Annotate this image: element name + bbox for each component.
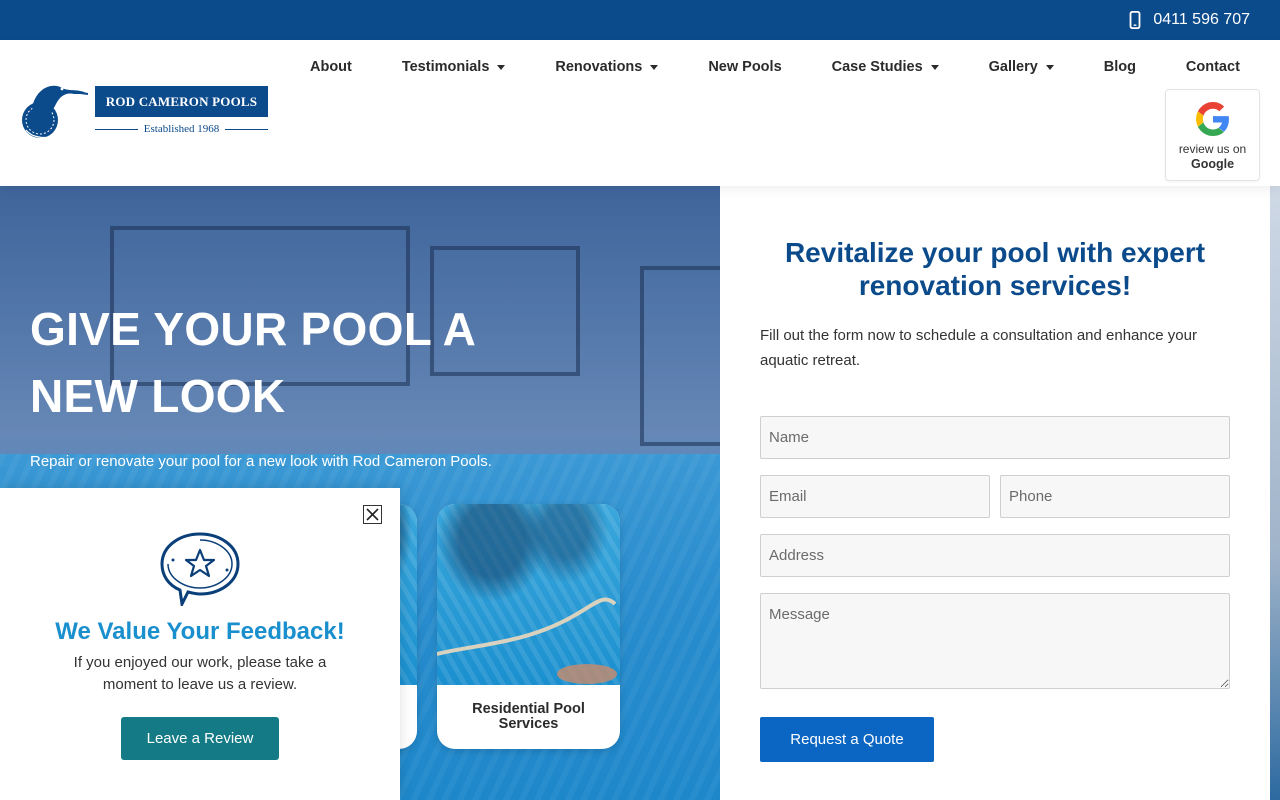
nav-label: Case Studies — [831, 59, 923, 75]
nav-item-about[interactable]: About — [310, 59, 352, 75]
popup-text: If you enjoyed our work, please take a m… — [73, 654, 327, 693]
service-card-image — [437, 504, 620, 685]
nav-label: Renovations — [555, 59, 643, 75]
popup-title: We Value Your Feedback! — [55, 618, 345, 645]
pelican-emblem-icon — [22, 85, 89, 139]
phone-link[interactable]: 0411 596 707 — [1127, 0, 1250, 40]
address-input[interactable] — [760, 534, 1230, 577]
nav-item-blog[interactable]: Blog — [1104, 59, 1136, 75]
nav-item-case-studies[interactable]: Case Studies — [832, 59, 939, 75]
caret-down-icon — [1045, 64, 1054, 70]
service-card-residential[interactable]: Residential Pool Services — [437, 504, 620, 749]
leave-review-button[interactable]: Leave a Review — [121, 717, 279, 760]
nav-label: Testimonials — [401, 59, 490, 75]
nav-item-testimonials[interactable]: Testimonials — [402, 59, 506, 75]
star-speech-bubble-icon — [160, 532, 240, 606]
nav-label: About — [310, 59, 352, 75]
x-glyph-icon — [366, 508, 379, 521]
nav-label: New Pools — [708, 59, 782, 75]
google-review-badge[interactable]: review us on Google — [1165, 89, 1260, 181]
background-edge-strip — [1270, 186, 1280, 800]
logo-wordmark: ROD CAMERON POOLS — [95, 86, 268, 117]
nav-item-contact[interactable]: Contact — [1186, 59, 1240, 75]
feedback-popup: We Value Your Feedback! If you enjoyed o… — [0, 488, 400, 800]
caret-down-icon — [650, 64, 659, 70]
phone-input[interactable] — [1000, 475, 1230, 518]
established-text: Established 1968 — [143, 123, 220, 135]
phone-number: 0411 596 707 — [1153, 11, 1250, 28]
nav-label: Gallery — [988, 59, 1038, 75]
caret-down-icon — [497, 64, 506, 70]
hero-subtitle: Repair or renovate your pool for a new l… — [30, 453, 492, 470]
form-description: Fill out the form now to schedule a cons… — [760, 327, 1197, 369]
hero-background-window — [640, 266, 720, 446]
pool-hose-image — [437, 597, 617, 684]
logo-established: Established 1968 — [95, 122, 268, 136]
nav-label: Blog — [1103, 59, 1136, 75]
request-quote-button[interactable]: Request a Quote — [760, 717, 934, 762]
form-title: Revitalize your pool with expert renovat… — [784, 237, 1206, 301]
service-card-label: Residential Pool Services — [472, 701, 585, 732]
logo-rule-left — [95, 128, 138, 130]
google-g-icon — [1195, 102, 1229, 136]
badge-line-2: Google — [1190, 157, 1235, 171]
site-header: ROD CAMERON POOLS Established 1968 About… — [0, 40, 1280, 186]
top-bar: 0411 596 707 — [0, 0, 1280, 40]
email-input[interactable] — [760, 475, 990, 518]
nav-label: Contact — [1185, 59, 1240, 75]
close-icon[interactable] — [363, 505, 382, 524]
main-nav: About Testimonials Renovations New Pools… — [290, 56, 1260, 78]
message-textarea[interactable] — [760, 593, 1230, 689]
logo-rule-right — [225, 128, 268, 130]
caret-down-icon — [930, 64, 939, 70]
nav-item-renovations[interactable]: Renovations — [555, 59, 659, 75]
hero-title: GIVE YOUR POOL A NEW LOOK — [30, 303, 475, 422]
name-input[interactable] — [760, 416, 1230, 459]
site-logo[interactable]: ROD CAMERON POOLS Established 1968 — [18, 78, 270, 148]
nav-item-new-pools[interactable]: New Pools — [708, 59, 781, 75]
quote-form-panel: Revitalize your pool with expert renovat… — [720, 186, 1270, 800]
badge-line-1: review us on — [1178, 142, 1247, 156]
nav-item-gallery[interactable]: Gallery — [989, 59, 1054, 75]
mobile-phone-icon — [1129, 11, 1141, 29]
